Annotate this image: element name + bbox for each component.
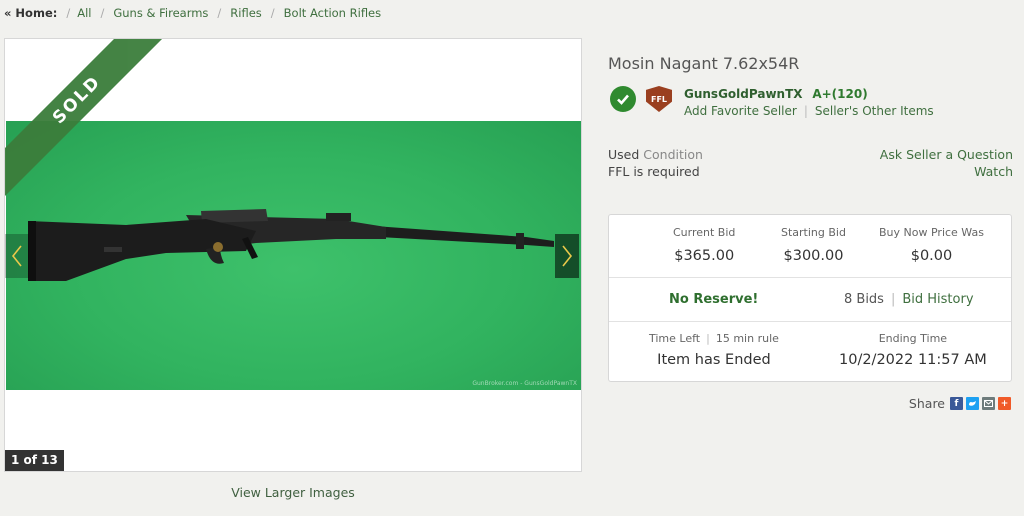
starting-bid-value: $300.00 <box>783 248 844 264</box>
add-favorite-seller-link[interactable]: Add Favorite Seller <box>684 104 797 118</box>
time-left: Time Left | 15 min rule Item has Ended <box>649 332 779 368</box>
starting-bid-label: Starting Bid <box>781 226 846 239</box>
ffl-badge-icon: FFL <box>646 86 672 112</box>
condition-label: Condition <box>643 147 703 162</box>
breadcrumb-rifles[interactable]: Rifles <box>230 6 262 20</box>
buy-now-label: Buy Now Price Was <box>879 226 984 239</box>
more-icon[interactable]: + <box>998 397 1011 410</box>
current-bid: Current Bid $365.00 <box>673 226 735 264</box>
current-bid-value: $365.00 <box>674 248 735 264</box>
facebook-icon[interactable]: f <box>950 397 963 410</box>
breadcrumb-home[interactable]: « Home: <box>4 6 57 20</box>
chevron-left-icon <box>11 245 22 267</box>
bid-prices-row: Current Bid $365.00 Starting Bid $300.00… <box>609 215 1011 278</box>
previous-image-button[interactable] <box>5 234 29 278</box>
time-left-value: Item has Ended <box>657 352 771 368</box>
listing-actions: Ask Seller a Question Watch <box>880 146 1013 180</box>
buy-now-value: $0.00 <box>910 248 953 264</box>
breadcrumb: « Home: / All / Guns & Firearms / Rifles… <box>4 6 381 20</box>
breadcrumb-separator: / <box>217 6 222 20</box>
separator: | <box>803 104 808 118</box>
starting-bid: Starting Bid $300.00 <box>781 226 846 264</box>
reserve-bids-row: No Reserve! 8 Bids | Bid History <box>609 278 1011 322</box>
chevron-right-icon <box>562 245 573 267</box>
email-icon[interactable] <box>982 397 995 410</box>
bid-count: 8 Bids <box>844 292 884 307</box>
image-gallery[interactable]: GunBroker.com - GunsGoldPawnTX SOLD 1 of… <box>4 38 582 472</box>
breadcrumb-all[interactable]: All <box>77 6 91 20</box>
seller-rating[interactable]: A+(120) <box>812 87 867 101</box>
twitter-icon[interactable] <box>966 397 979 410</box>
rifle-image <box>28 209 554 281</box>
seller-other-items-link[interactable]: Seller's Other Items <box>815 104 934 118</box>
seller-name-link[interactable]: GunsGoldPawnTX <box>684 87 803 101</box>
bid-history-link[interactable]: Bid History <box>902 292 973 307</box>
no-reserve-label: No Reserve! <box>669 292 759 307</box>
fifteen-min-rule-link[interactable]: 15 min rule <box>716 332 779 345</box>
listing-photo[interactable]: GunBroker.com - GunsGoldPawnTX <box>6 121 581 390</box>
ask-seller-link[interactable]: Ask Seller a Question <box>880 146 1013 163</box>
breadcrumb-guns-firearms[interactable]: Guns & Firearms <box>113 6 208 20</box>
image-counter: 1 of 13 <box>5 450 64 471</box>
ending-time-value: 10/2/2022 11:57 AM <box>839 352 987 368</box>
separator: | <box>706 332 710 345</box>
share-label: Share <box>908 396 945 411</box>
share-bar: Share f + <box>909 396 1011 411</box>
view-larger-images-link[interactable]: View Larger Images <box>4 485 582 500</box>
breadcrumb-bolt-action-rifles[interactable]: Bolt Action Rifles <box>284 6 381 20</box>
current-bid-label: Current Bid <box>673 226 736 239</box>
condition-info: Used Condition FFL is required <box>608 146 703 180</box>
photo-watermark: GunBroker.com - GunsGoldPawnTX <box>472 380 577 387</box>
next-image-button[interactable] <box>555 234 579 278</box>
breadcrumb-separator: / <box>270 6 275 20</box>
bid-panel: Current Bid $365.00 Starting Bid $300.00… <box>608 214 1012 382</box>
watch-link[interactable]: Watch <box>880 163 1013 180</box>
verified-check-icon <box>610 86 636 112</box>
time-left-label: Time Left <box>649 332 701 345</box>
condition-value: Used <box>608 147 640 162</box>
breadcrumb-separator: / <box>100 6 105 20</box>
buy-now-price: Buy Now Price Was $0.00 <box>879 226 984 264</box>
time-row: Time Left | 15 min rule Item has Ended End… <box>609 322 1011 380</box>
listing-title: Mosin Nagant 7.62x54R <box>608 54 800 73</box>
ending-time: Ending Time 10/2/2022 11:57 AM <box>839 332 987 368</box>
separator: | <box>890 292 896 307</box>
ffl-required-note: FFL is required <box>608 164 700 179</box>
ending-time-label: Ending Time <box>878 332 948 345</box>
breadcrumb-separator: / <box>66 6 71 20</box>
seller-info: FFL GunsGoldPawnTX A+(120) Add Favorite … <box>610 86 934 120</box>
